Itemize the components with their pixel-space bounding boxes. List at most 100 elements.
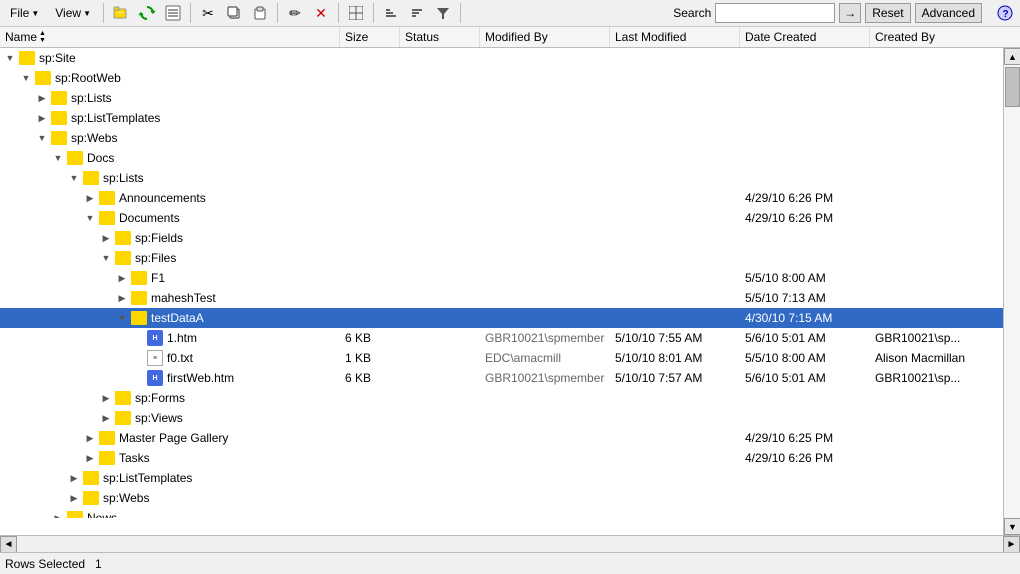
tree-row[interactable]: HfirstWeb.htm6 KBGBR10021\spmember5/10/1… (0, 368, 1003, 388)
content-wrapper: sp:Site sp:RootWeb sp:Lists sp:ListTemplate… (0, 48, 1020, 535)
row-datecreated-cell: 5/6/10 5:01 AM (740, 371, 870, 385)
tree-container[interactable]: sp:Site sp:RootWeb sp:Lists sp:ListTemplate… (0, 48, 1003, 518)
tree-row[interactable]: Docs (0, 148, 1003, 168)
search-input[interactable] (715, 3, 835, 23)
toggle-button[interactable] (35, 111, 49, 125)
row-lastmod-cell: 5/10/10 7:57 AM (610, 371, 740, 385)
toggle-button[interactable] (51, 151, 65, 165)
tree-row[interactable]: sp:Views (0, 408, 1003, 428)
col-modby-header[interactable]: Modified By (480, 27, 610, 47)
toggle-button[interactable] (51, 511, 65, 518)
tree-row[interactable]: Master Page Gallery4/29/10 6:25 PM (0, 428, 1003, 448)
tree-row[interactable]: F15/5/10 8:00 AM (0, 268, 1003, 288)
row-datecreated-cell: 5/5/10 8:00 AM (740, 351, 870, 365)
item-label: sp:Site (39, 51, 76, 65)
tree-row[interactable]: Tasks4/29/10 6:26 PM (0, 448, 1003, 468)
txt-file-icon: ≡ (147, 350, 163, 366)
search-go-button[interactable]: → (839, 3, 861, 23)
tree-row[interactable]: sp:Forms (0, 388, 1003, 408)
grid-button[interactable] (345, 2, 367, 24)
item-label: Tasks (119, 451, 150, 465)
row-datecreated-cell: 4/29/10 6:26 PM (740, 211, 870, 225)
filter-button[interactable] (432, 2, 454, 24)
search-reset-button[interactable]: Reset (865, 3, 910, 23)
tree-row[interactable]: ≡f0.txt1 KBEDC\amacmill5/10/10 8:01 AM5/… (0, 348, 1003, 368)
item-label: sp:Forms (135, 391, 185, 405)
scroll-down-button[interactable]: ▼ (1004, 518, 1020, 535)
tree-row[interactable]: News (0, 508, 1003, 518)
search-advanced-button[interactable]: Advanced (915, 3, 982, 23)
row-lastmod-cell: 5/10/10 8:01 AM (610, 351, 740, 365)
tree-row[interactable]: sp:RootWeb (0, 68, 1003, 88)
toggle-button[interactable] (35, 91, 49, 105)
toggle-button[interactable] (83, 211, 97, 225)
row-createdby-cell: GBR10021\sp... (870, 371, 990, 385)
toggle-button[interactable] (19, 71, 33, 85)
tree-row[interactable]: sp:ListTemplates (0, 468, 1003, 488)
paste-button[interactable] (249, 2, 271, 24)
item-label: sp:Lists (71, 91, 112, 105)
col-name-header[interactable]: Name ▲ ▼ (0, 27, 340, 47)
row-createdby-cell: GBR10021\sp... (870, 331, 990, 345)
row-name-cell: testDataA (0, 311, 340, 325)
delete-button[interactable]: ✕ (310, 2, 332, 24)
tree-row[interactable]: H1.htm6 KBGBR10021\spmember5/10/10 7:55 … (0, 328, 1003, 348)
export-button[interactable] (162, 2, 184, 24)
tree-row[interactable]: maheshTest5/5/10 7:13 AM (0, 288, 1003, 308)
tree-row[interactable]: sp:ListTemplates (0, 108, 1003, 128)
scroll-up-button[interactable]: ▲ (1004, 48, 1020, 65)
toggle-button[interactable] (99, 251, 113, 265)
toggle-button[interactable] (67, 171, 81, 185)
col-datecreated-header[interactable]: Date Created (740, 27, 870, 47)
toggle-button[interactable] (83, 431, 97, 445)
vertical-scrollbar[interactable]: ▲ ▼ (1003, 48, 1020, 535)
h-scroll-track[interactable] (17, 536, 1003, 553)
scroll-right-button[interactable]: ► (1003, 536, 1020, 553)
svg-text:?: ? (1003, 9, 1009, 20)
sort-down-button[interactable] (406, 2, 428, 24)
col-size-header[interactable]: Size (340, 27, 400, 47)
scroll-left-button[interactable]: ◄ (0, 536, 17, 553)
toggle-button[interactable] (115, 311, 129, 325)
toggle-button[interactable] (83, 191, 97, 205)
toggle-button[interactable] (67, 491, 81, 505)
tree-row[interactable]: sp:Lists (0, 88, 1003, 108)
toggle-button[interactable] (115, 291, 129, 305)
toggle-button[interactable] (67, 471, 81, 485)
toggle-button[interactable] (99, 231, 113, 245)
scroll-track[interactable] (1004, 65, 1020, 518)
folder-icon (67, 511, 83, 518)
toolbar1: File ▼ View ▼ ✂ ✏ ✕ (0, 0, 1020, 27)
toggle-button[interactable] (83, 451, 97, 465)
open-button[interactable] (110, 2, 132, 24)
copy-button[interactable] (223, 2, 245, 24)
toggle-button[interactable] (115, 271, 129, 285)
tree-row[interactable]: sp:Files (0, 248, 1003, 268)
toggle-button[interactable] (99, 391, 113, 405)
tree-row[interactable]: testDataA4/30/10 7:15 AM (0, 308, 1003, 328)
tree-row[interactable]: sp:Site (0, 48, 1003, 68)
tree-row[interactable]: sp:Webs (0, 128, 1003, 148)
col-createdby-header[interactable]: Created By (870, 27, 990, 47)
view-menu[interactable]: View ▼ (49, 4, 97, 22)
col-status-header[interactable]: Status (400, 27, 480, 47)
help-button[interactable]: ? (994, 2, 1016, 24)
sort-up-button[interactable] (380, 2, 402, 24)
tree-row[interactable]: sp:Fields (0, 228, 1003, 248)
row-name-cell: sp:Files (0, 251, 340, 265)
tree-row[interactable]: Documents4/29/10 6:26 PM (0, 208, 1003, 228)
file-menu[interactable]: File ▼ (4, 4, 45, 22)
folder-icon (131, 271, 147, 285)
tree-row[interactable]: sp:Lists (0, 168, 1003, 188)
htm-file-icon: H (147, 370, 163, 386)
toggle-button[interactable] (3, 51, 17, 65)
toggle-button[interactable] (99, 411, 113, 425)
cut-button[interactable]: ✂ (197, 2, 219, 24)
col-lastmod-header[interactable]: Last Modified (610, 27, 740, 47)
toggle-button[interactable] (35, 131, 49, 145)
scroll-thumb[interactable] (1005, 67, 1020, 107)
tree-row[interactable]: Announcements4/29/10 6:26 PM (0, 188, 1003, 208)
pencil-button[interactable]: ✏ (284, 2, 306, 24)
refresh-button[interactable] (136, 2, 158, 24)
tree-row[interactable]: sp:Webs (0, 488, 1003, 508)
